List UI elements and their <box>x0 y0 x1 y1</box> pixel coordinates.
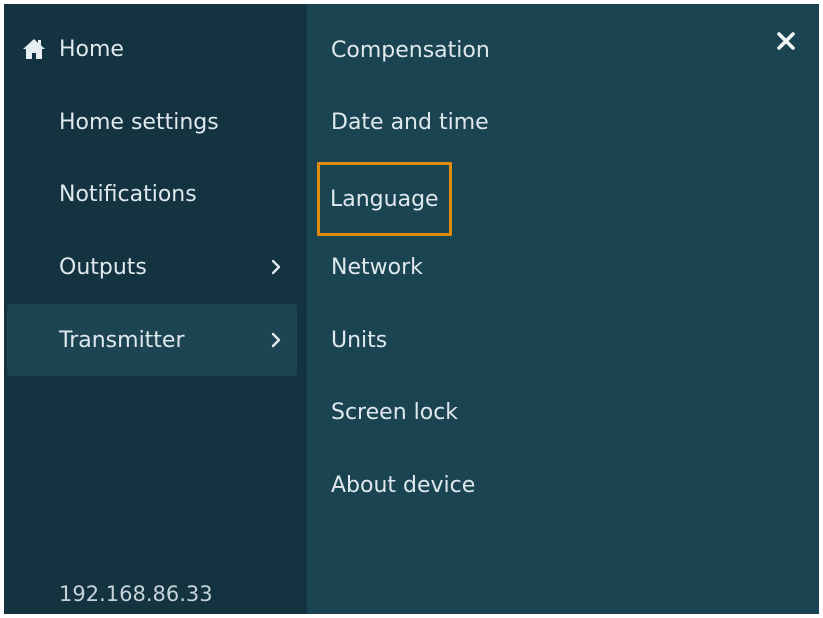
menu-item-label: Home <box>59 36 124 62</box>
menu-item-outputs[interactable]: Outputs <box>7 231 297 303</box>
ip-address: 192.168.86.33 <box>59 582 213 606</box>
menu-item-transmitter[interactable]: Transmitter <box>7 304 297 376</box>
menu-item-notifications[interactable]: Notifications <box>7 158 297 230</box>
menu-window: Home Home settings Notifications Outputs… <box>4 4 819 614</box>
menu-item-home-settings[interactable]: Home settings <box>7 86 297 158</box>
submenu-item-date-and-time[interactable]: Date and time <box>327 100 489 144</box>
menu-item-label: Home settings <box>59 109 219 135</box>
menu-item-label: Outputs <box>59 254 147 280</box>
menu-item-label: Transmitter <box>59 327 185 353</box>
main-menu-panel: Home Home settings Notifications Outputs… <box>4 4 307 614</box>
chevron-right-icon <box>271 332 281 348</box>
submenu-item-compensation[interactable]: Compensation <box>327 28 490 72</box>
submenu-item-units[interactable]: Units <box>327 318 387 362</box>
submenu-panel: Compensation Date and time Language Netw… <box>307 4 819 614</box>
menu-item-label: Notifications <box>59 181 197 207</box>
close-icon[interactable] <box>775 30 797 52</box>
home-icon <box>23 39 45 59</box>
chevron-right-icon <box>271 259 281 275</box>
submenu-item-network[interactable]: Network <box>327 245 423 289</box>
submenu-item-about-device[interactable]: About device <box>327 463 475 507</box>
submenu-item-language[interactable]: Language <box>317 162 452 236</box>
menu-item-home[interactable]: Home <box>7 13 297 85</box>
submenu-item-screen-lock[interactable]: Screen lock <box>327 390 458 434</box>
